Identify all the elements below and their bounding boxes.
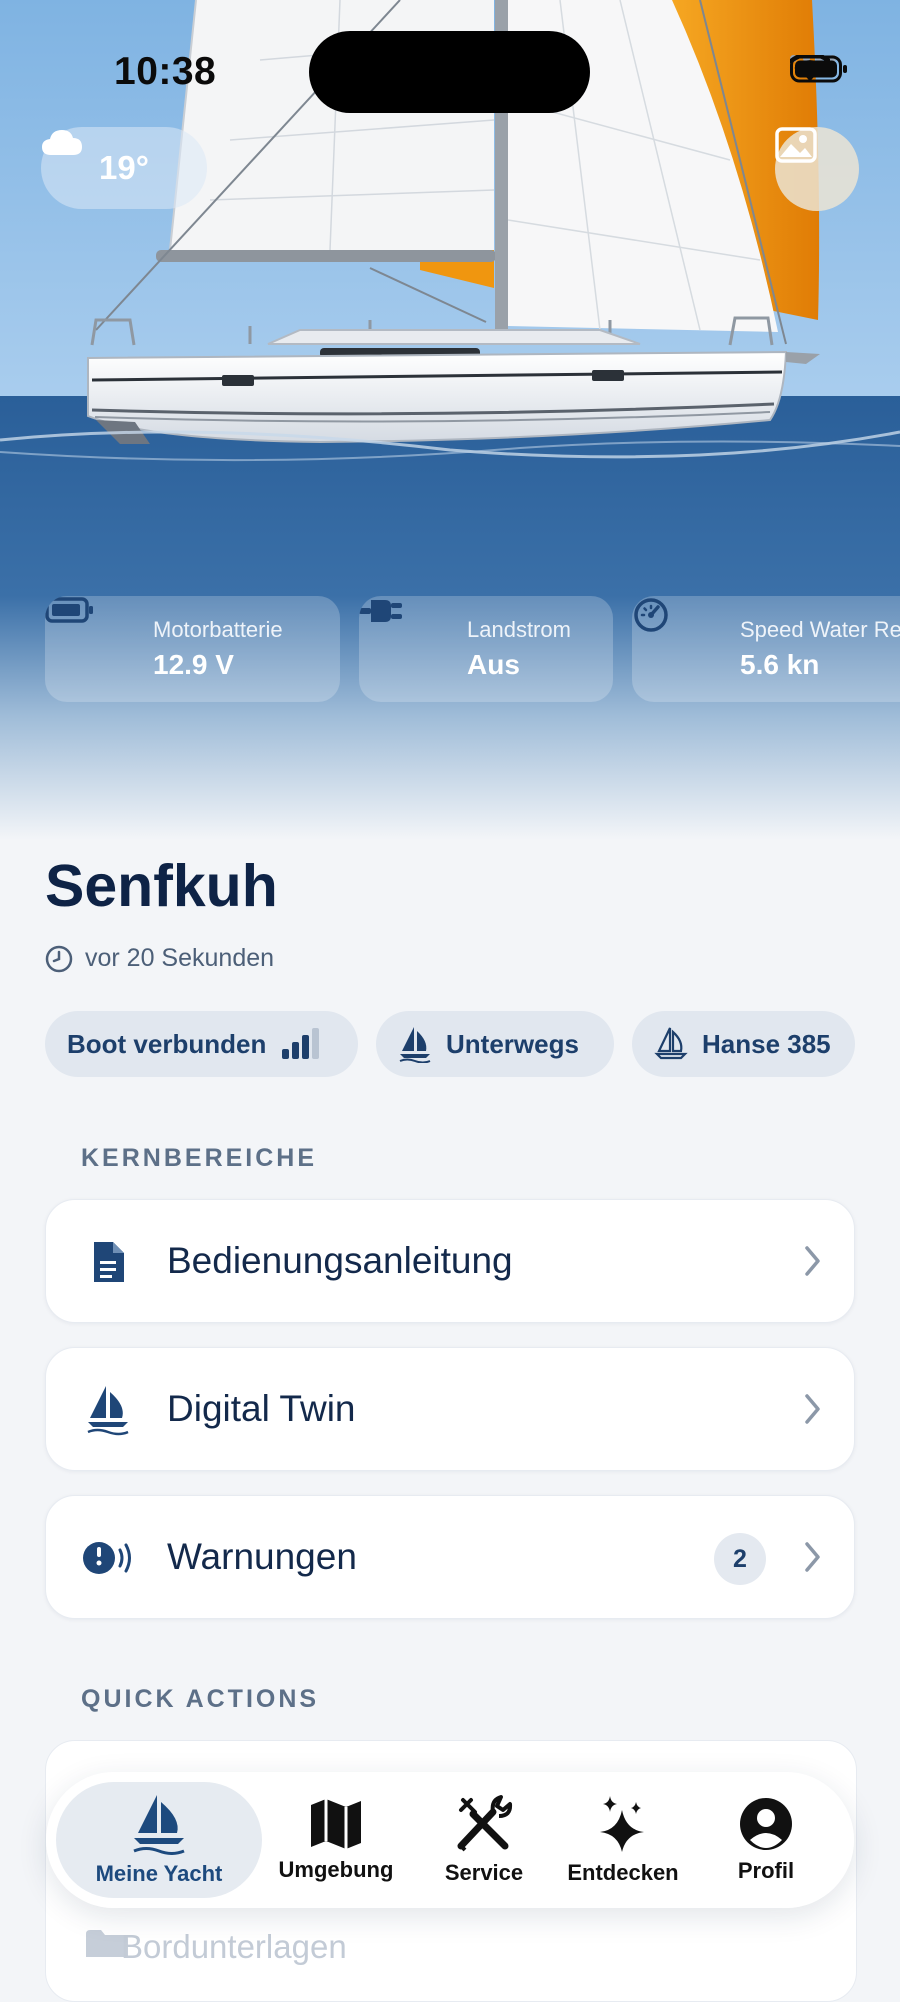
quick-item-bordunterlagen[interactable]: Bordunterlagen bbox=[121, 1928, 347, 1966]
temperature: 19° bbox=[99, 149, 149, 186]
map-icon bbox=[311, 1799, 361, 1849]
sensor-label: Speed Water Re bbox=[740, 617, 900, 642]
section-heading-core: KERNBEREICHE bbox=[81, 1144, 318, 1172]
warning-count-badge: 2 bbox=[714, 1533, 766, 1585]
sensor-card-landstrom[interactable]: Landstrom Aus bbox=[359, 596, 613, 702]
battery-icon bbox=[45, 597, 93, 623]
tab-label: Umgebung bbox=[278, 1857, 394, 1882]
clock-icon bbox=[45, 945, 73, 972]
sensor-label: Landstrom bbox=[467, 617, 571, 642]
sparkles-icon bbox=[600, 1796, 644, 1852]
chip-hanse-385[interactable]: Hanse 385 bbox=[632, 1011, 855, 1077]
sensor-value: 5.6 kn bbox=[740, 649, 820, 680]
weather-widget[interactable]: 19° bbox=[41, 127, 207, 209]
row-label: Digital Twin bbox=[167, 1388, 356, 1429]
row-label: Bedienungsanleitung bbox=[167, 1240, 513, 1281]
row-bedienungsanleitung[interactable]: Bedienungsanleitung bbox=[45, 1199, 855, 1323]
row-warnungen[interactable]: Warnungen 2 bbox=[45, 1495, 855, 1619]
tab-umgebung[interactable]: Umgebung bbox=[268, 1772, 404, 1908]
tab-profil[interactable]: Profil bbox=[698, 1772, 834, 1908]
sailboat-outline-icon bbox=[654, 1027, 688, 1060]
sailboat-icon bbox=[133, 1795, 185, 1855]
sensor-card-speed-water[interactable]: Speed Water Re 5.6 kn bbox=[632, 596, 900, 702]
cloud-icon bbox=[42, 130, 82, 155]
hero-banner: 10:38 19° Motorbatterie 12.9 V Landstrom… bbox=[0, 0, 900, 840]
image-icon bbox=[775, 127, 817, 163]
chip-label: Boot verbunden bbox=[67, 1028, 267, 1059]
yacht-illustration bbox=[0, 0, 900, 840]
sensor-label: Motorbatterie bbox=[153, 617, 283, 642]
alert-broadcast-icon bbox=[83, 1542, 131, 1574]
tab-label: Service bbox=[444, 1860, 524, 1885]
status-icons bbox=[790, 55, 847, 83]
row-digital-twin[interactable]: Digital Twin bbox=[45, 1347, 855, 1471]
status-time: 10:38 bbox=[114, 50, 217, 93]
chevron-right-icon bbox=[805, 1394, 820, 1424]
chip-label: Hanse 385 bbox=[702, 1028, 831, 1059]
change-image-button[interactable] bbox=[775, 127, 859, 211]
chip-unterwegs[interactable]: Unterwegs bbox=[376, 1011, 614, 1077]
tab-label: Meine Yacht bbox=[95, 1861, 223, 1886]
chevron-right-icon bbox=[805, 1542, 820, 1572]
section-heading-quick: QUICK ACTIONS bbox=[81, 1685, 320, 1713]
tab-label: Profil bbox=[737, 1858, 795, 1883]
sensor-value: Aus bbox=[467, 649, 520, 680]
plug-icon bbox=[359, 600, 402, 622]
tools-icon bbox=[457, 1795, 513, 1852]
sailboat-icon bbox=[399, 1027, 431, 1063]
document-icon bbox=[94, 1242, 124, 1282]
profile-icon bbox=[740, 1798, 792, 1850]
tab-label: Entdecken bbox=[567, 1860, 679, 1885]
last-updated: vor 20 Sekunden bbox=[45, 944, 274, 973]
row-label: Warnungen bbox=[167, 1536, 357, 1577]
sensor-value: 12.9 V bbox=[153, 649, 234, 680]
chip-label: Unterwegs bbox=[446, 1028, 579, 1059]
last-updated-text: vor 20 Sekunden bbox=[85, 944, 275, 972]
tab-meine-yacht[interactable]: Meine Yacht bbox=[56, 1772, 262, 1908]
battery-status-icon bbox=[790, 55, 847, 83]
tab-entdecken[interactable]: Entdecken bbox=[558, 1772, 688, 1908]
sensor-card-motorbatterie[interactable]: Motorbatterie 12.9 V bbox=[45, 596, 340, 702]
tab-bar: Meine Yacht Umgebung Service Entdecken P… bbox=[46, 1772, 854, 1908]
chip-boot-verbunden[interactable]: Boot verbunden bbox=[45, 1011, 358, 1077]
yacht-name: Senfkuh bbox=[45, 853, 278, 919]
sailboat-icon bbox=[87, 1386, 129, 1436]
dynamic-island bbox=[309, 31, 590, 113]
speedometer-icon bbox=[634, 598, 668, 632]
chevron-right-icon bbox=[805, 1246, 820, 1276]
tab-service[interactable]: Service bbox=[416, 1772, 552, 1908]
signal-bars-icon bbox=[282, 1028, 320, 1059]
